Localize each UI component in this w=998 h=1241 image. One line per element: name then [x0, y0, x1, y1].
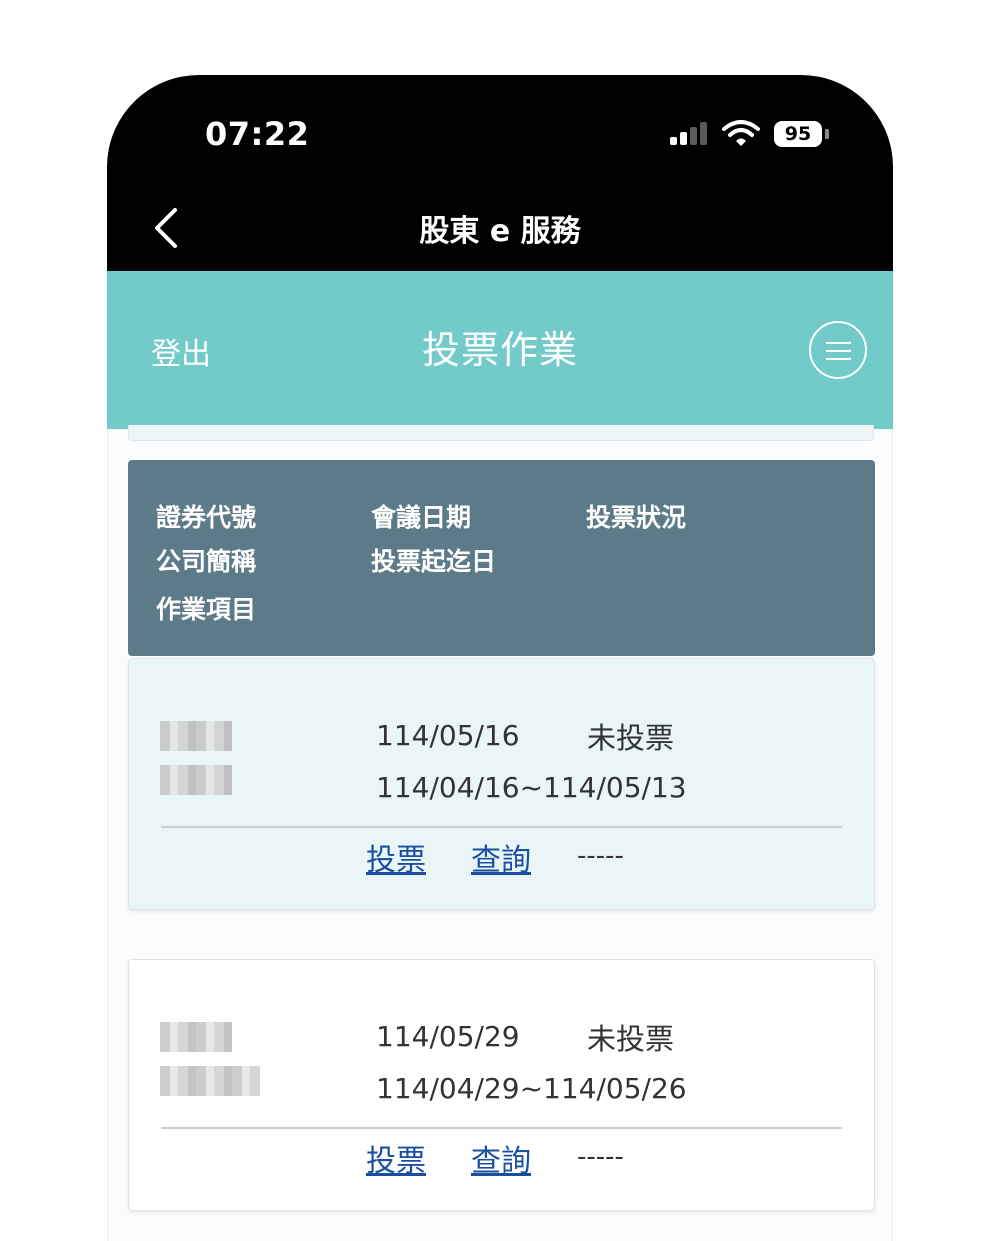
cellular-signal-icon: [670, 122, 707, 145]
row-divider: [161, 1127, 842, 1129]
meeting-date: 114/05/16: [376, 719, 520, 752]
table-row: 114/05/29 未投票 114/04/29~114/05/26 投票 查詢 …: [128, 959, 875, 1211]
status-bar: 07:22 95: [107, 75, 893, 185]
vote-list[interactable]: 證券代號 公司簡稱 作業項目 會議日期 投票起迄日 投票狀況 114/05/16…: [107, 425, 893, 1241]
row-divider: [161, 826, 842, 828]
vote-status: 未投票: [587, 721, 675, 755]
extra-placeholder: -----: [577, 841, 624, 871]
header-stock-code: 證券代號: [156, 503, 257, 532]
vote-period: 114/04/16~114/05/13: [376, 771, 687, 804]
table-header: 證券代號 公司簡稱 作業項目 會議日期 投票起迄日 投票狀況: [128, 460, 875, 656]
menu-line: [826, 350, 851, 352]
vote-link[interactable]: 投票: [366, 835, 426, 879]
query-link[interactable]: 查詢: [471, 1136, 531, 1180]
redacted-company-name: [160, 765, 232, 795]
nav-title: 股東 e 服務: [419, 214, 581, 249]
meeting-date: 114/05/29: [376, 1020, 520, 1053]
menu-line: [826, 342, 851, 344]
phone-screen: 07:22 95 股東 e 服務 登出 投票作業 證券代號 公司簡稱 作業項目 …: [107, 75, 893, 1241]
vote-status: 未投票: [587, 1022, 675, 1056]
vote-link[interactable]: 投票: [366, 1136, 426, 1180]
table-row: 114/05/16 未投票 114/04/16~114/05/13 投票 查詢 …: [128, 658, 875, 910]
redacted-company-name: [160, 1066, 260, 1096]
header-meeting-date: 會議日期: [371, 503, 472, 532]
app-header: 登出 投票作業: [107, 271, 893, 429]
header-vote-status: 投票狀況: [586, 503, 687, 532]
query-link[interactable]: 查詢: [471, 835, 531, 879]
previous-panel-edge: [128, 425, 874, 441]
wifi-icon: [722, 120, 760, 146]
page-title: 投票作業: [421, 328, 578, 372]
header-vote-period: 投票起迄日: [371, 547, 497, 576]
extra-placeholder: -----: [577, 1142, 624, 1172]
nav-bar: 股東 e 服務: [107, 185, 893, 271]
menu-line: [826, 358, 851, 360]
vote-period: 114/04/29~114/05/26: [376, 1072, 687, 1105]
header-company-name: 公司簡稱: [156, 547, 257, 576]
redacted-stock-code: [160, 1022, 232, 1052]
status-time: 07:22: [205, 115, 310, 153]
redacted-stock-code: [160, 721, 232, 751]
header-task-item: 作業項目: [156, 595, 257, 624]
battery-tip: [825, 129, 829, 139]
battery-icon: 95: [774, 121, 822, 147]
hamburger-menu-icon[interactable]: [809, 321, 867, 379]
